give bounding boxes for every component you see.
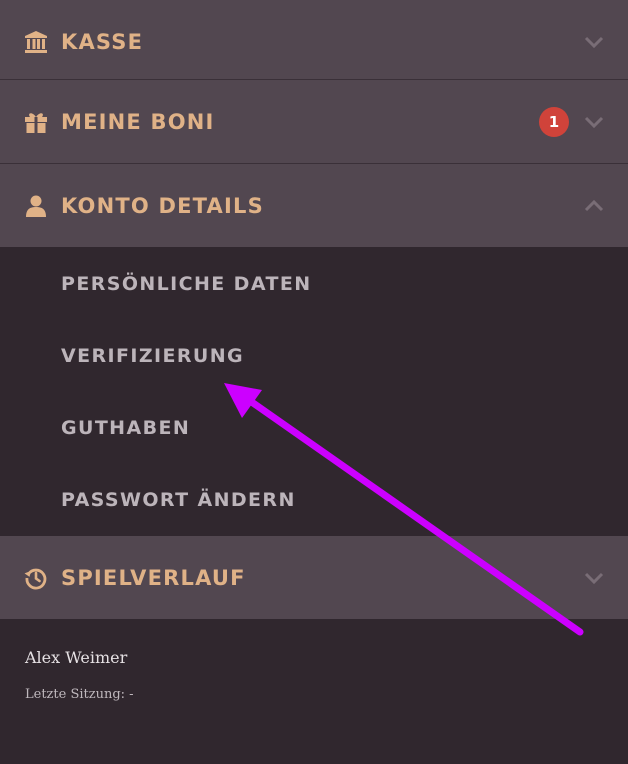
section-spielverlauf-header[interactable]: SPIELVERLAUF — [0, 536, 628, 619]
section-kasse-header[interactable]: KASSE — [0, 0, 628, 83]
user-icon — [24, 194, 48, 218]
submenu-item-passwort-aendern[interactable]: PASSWORT ÄNDERN — [61, 489, 296, 511]
user-name: Alex Weimer — [25, 648, 128, 667]
section-konto-details-header[interactable]: KONTO DETAILS — [0, 163, 628, 247]
chevron-down-icon[interactable] — [584, 32, 604, 52]
bank-icon — [24, 30, 48, 54]
gift-icon — [24, 110, 48, 134]
chevron-down-icon[interactable] — [584, 112, 604, 132]
chevron-down-icon[interactable] — [584, 568, 604, 588]
section-meine-boni-label: MEINE BONI — [61, 109, 215, 134]
section-spielverlauf-label: SPIELVERLAUF — [61, 565, 246, 590]
submenu-item-guthaben[interactable]: GUTHABEN — [61, 417, 190, 439]
section-meine-boni-header[interactable]: MEINE BONI 1 — [0, 79, 628, 163]
last-session-text: Letzte Sitzung: - — [25, 687, 134, 702]
history-icon — [24, 566, 48, 590]
submenu-item-persoenliche-daten[interactable]: PERSÖNLICHE DATEN — [61, 273, 312, 295]
submenu-item-verifizierung[interactable]: VERIFIZIERUNG — [61, 345, 244, 367]
section-kasse-label: KASSE — [61, 29, 144, 54]
section-konto-details-label: KONTO DETAILS — [61, 193, 264, 218]
notification-badge: 1 — [539, 106, 569, 137]
chevron-up-icon[interactable] — [584, 196, 604, 216]
